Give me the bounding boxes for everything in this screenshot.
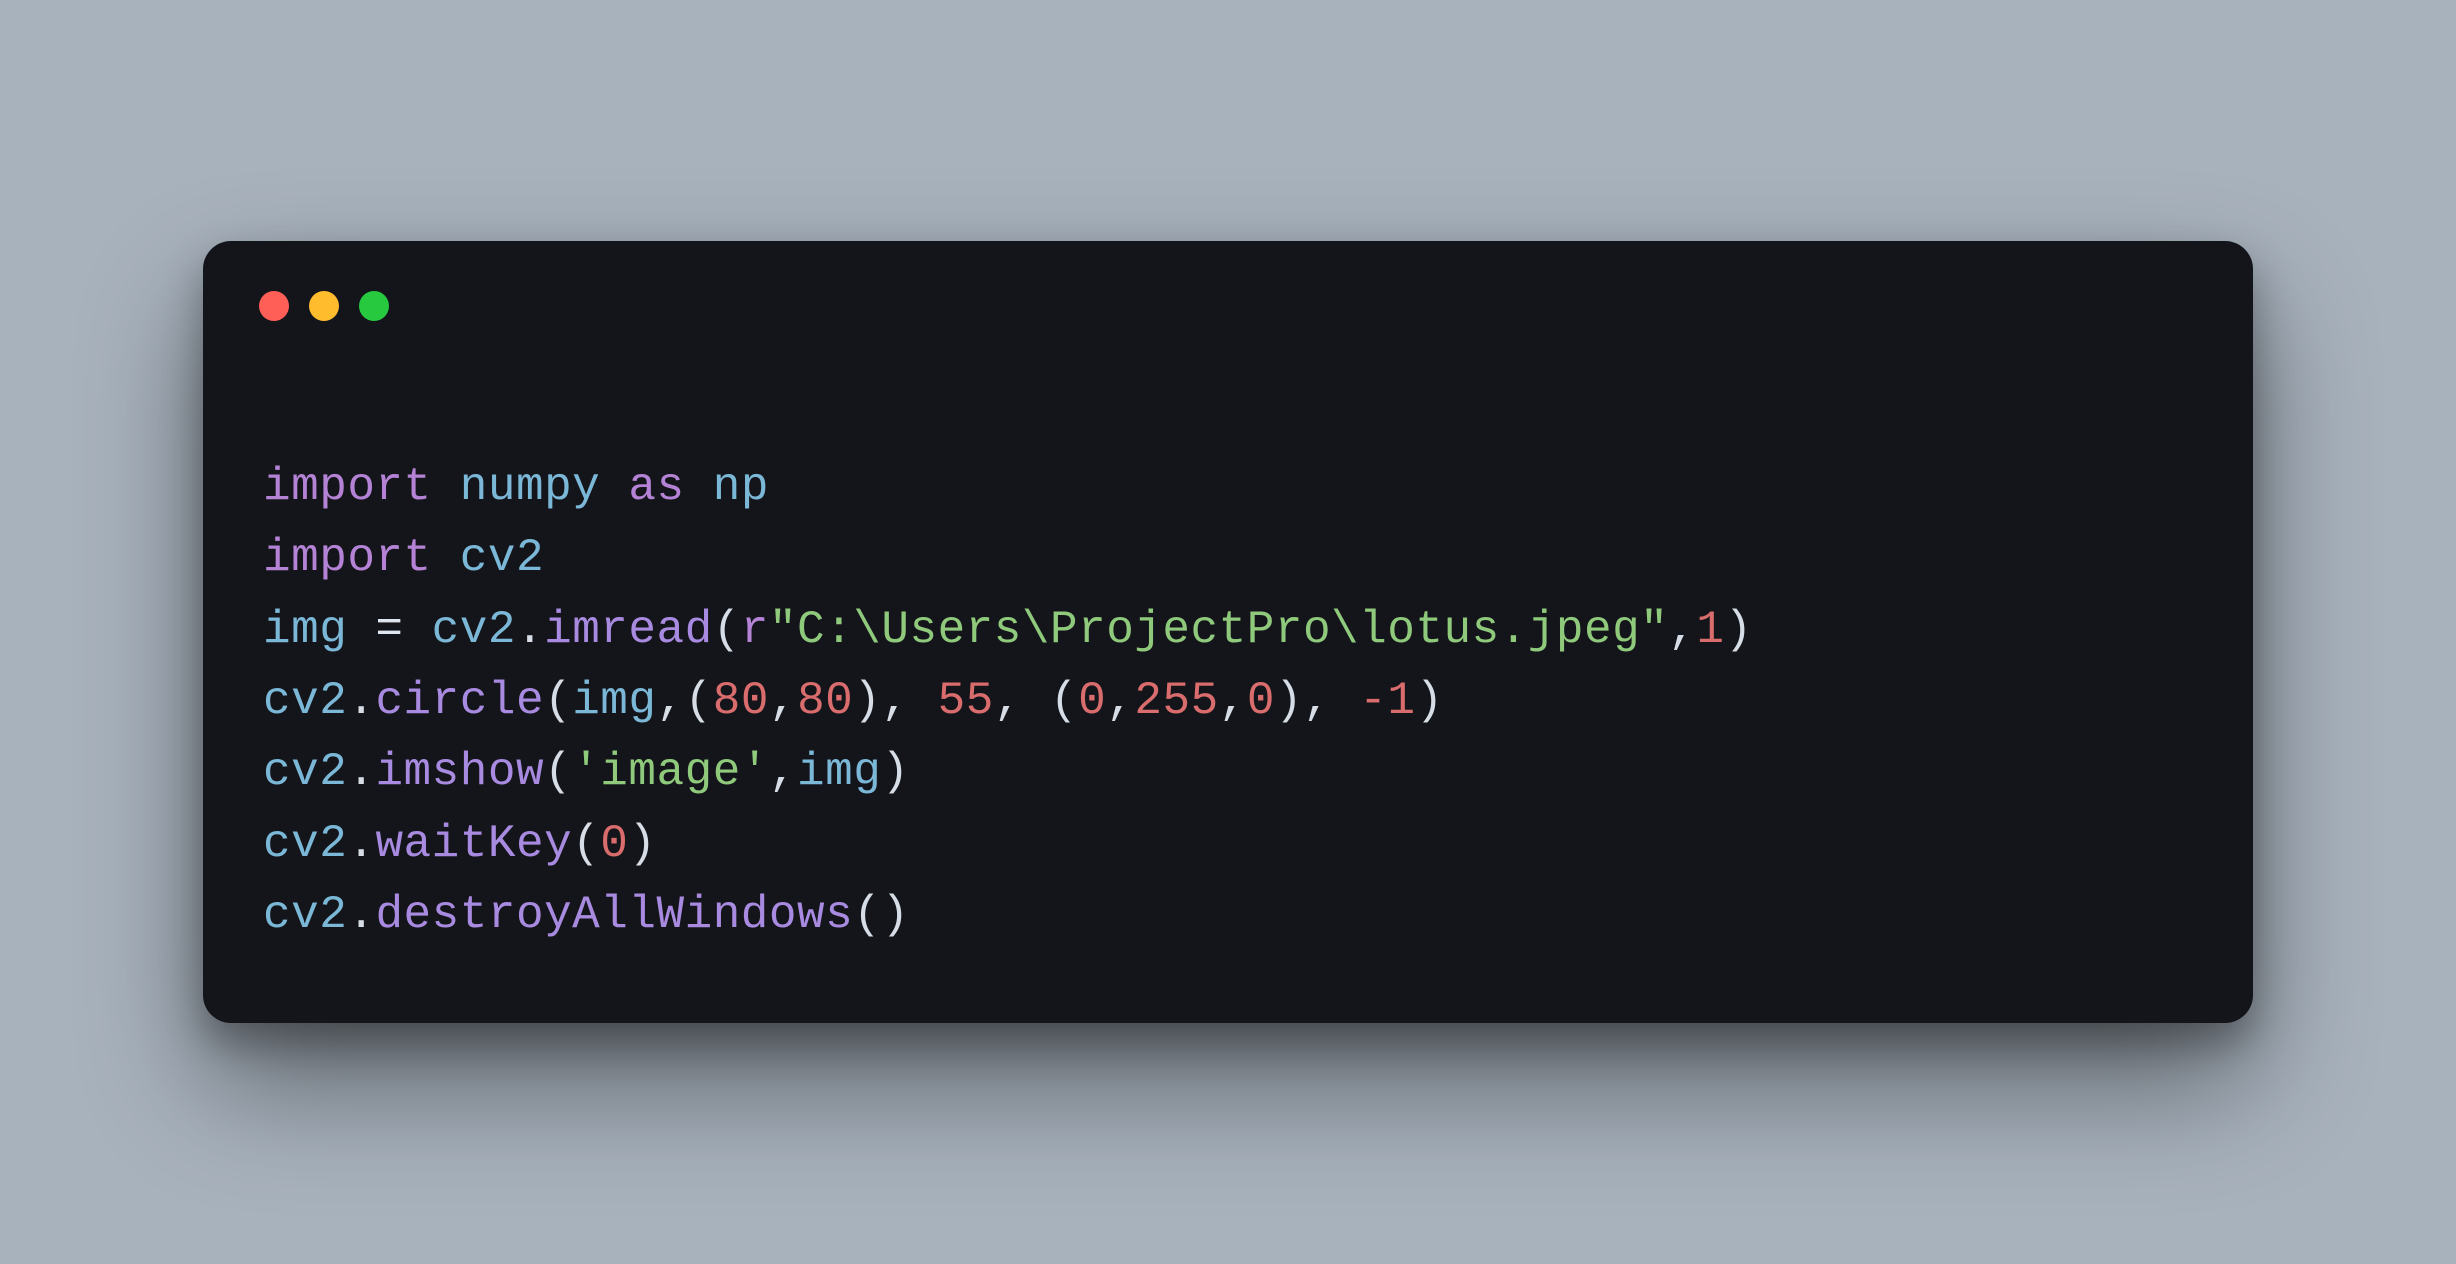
dot: .	[347, 889, 375, 941]
comma: ,	[1668, 604, 1696, 656]
func-imread: imread	[544, 604, 713, 656]
lparen: (	[572, 818, 600, 870]
code-line-6: cv2.waitKey(0)	[263, 818, 657, 870]
comma: ,	[1219, 675, 1247, 727]
keyword-as: as	[628, 461, 684, 513]
module-cv2: cv2	[263, 889, 347, 941]
dot: .	[347, 746, 375, 798]
alias-np: np	[713, 461, 769, 513]
lparen: (	[544, 675, 572, 727]
rparen: )	[881, 889, 909, 941]
rparen: )	[881, 746, 909, 798]
code-line-2: import cv2	[263, 532, 544, 584]
lparen: (	[544, 746, 572, 798]
operator-eq: =	[347, 604, 431, 656]
arg-img: img	[572, 675, 656, 727]
string-image: 'image'	[572, 746, 769, 798]
number-55: 55	[938, 675, 994, 727]
module-cv2: cv2	[263, 818, 347, 870]
number-80: 80	[797, 675, 853, 727]
lparen: (	[853, 889, 881, 941]
module-cv2: cv2	[432, 604, 516, 656]
comma: ,	[769, 675, 797, 727]
string-prefix-r: r	[741, 604, 769, 656]
code-window: import numpy as np import cv2 img = cv2.…	[203, 241, 2253, 1023]
punc: ),	[1275, 675, 1359, 727]
punc: , (	[994, 675, 1078, 727]
string-path: "C:\Users\ProjectPro\lotus.jpeg"	[769, 604, 1668, 656]
func-circle: circle	[375, 675, 544, 727]
number-0: 0	[1247, 675, 1275, 727]
keyword-import: import	[263, 461, 432, 513]
keyword-import: import	[263, 532, 432, 584]
func-waitkey: waitKey	[375, 818, 572, 870]
var-img: img	[263, 604, 347, 656]
code-line-5: cv2.imshow('image',img)	[263, 746, 909, 798]
code-block: import numpy as np import cv2 img = cv2.…	[203, 351, 2253, 951]
punc: ),	[853, 675, 937, 727]
code-line-7: cv2.destroyAllWindows()	[263, 889, 909, 941]
func-destroyallwindows: destroyAllWindows	[375, 889, 853, 941]
number-0: 0	[1078, 675, 1106, 727]
number-80: 80	[713, 675, 769, 727]
func-imshow: imshow	[375, 746, 544, 798]
code-line-3: img = cv2.imread(r"C:\Users\ProjectPro\l…	[263, 604, 1753, 656]
dot: .	[516, 604, 544, 656]
number-neg1: -1	[1359, 675, 1415, 727]
module-cv2: cv2	[460, 532, 544, 584]
number-255: 255	[1134, 675, 1218, 727]
dot: .	[347, 675, 375, 727]
code-line-4: cv2.circle(img,(80,80), 55, (0,255,0), -…	[263, 675, 1444, 727]
traffic-light-close-icon[interactable]	[259, 291, 289, 321]
comma: ,	[769, 746, 797, 798]
number-0: 0	[600, 818, 628, 870]
rparen: )	[1415, 675, 1443, 727]
window-titlebar	[203, 241, 2253, 351]
lparen: (	[713, 604, 741, 656]
comma: ,	[1106, 675, 1134, 727]
module-cv2: cv2	[263, 675, 347, 727]
stage: import numpy as np import cv2 img = cv2.…	[0, 0, 2456, 1264]
traffic-light-minimize-icon[interactable]	[309, 291, 339, 321]
rparen: )	[1725, 604, 1753, 656]
module-cv2: cv2	[263, 746, 347, 798]
rparen: )	[628, 818, 656, 870]
arg-img: img	[797, 746, 881, 798]
punc: ,(	[657, 675, 713, 727]
module-numpy: numpy	[460, 461, 601, 513]
number-1: 1	[1696, 604, 1724, 656]
dot: .	[347, 818, 375, 870]
traffic-light-zoom-icon[interactable]	[359, 291, 389, 321]
code-line-1: import numpy as np	[263, 461, 769, 513]
